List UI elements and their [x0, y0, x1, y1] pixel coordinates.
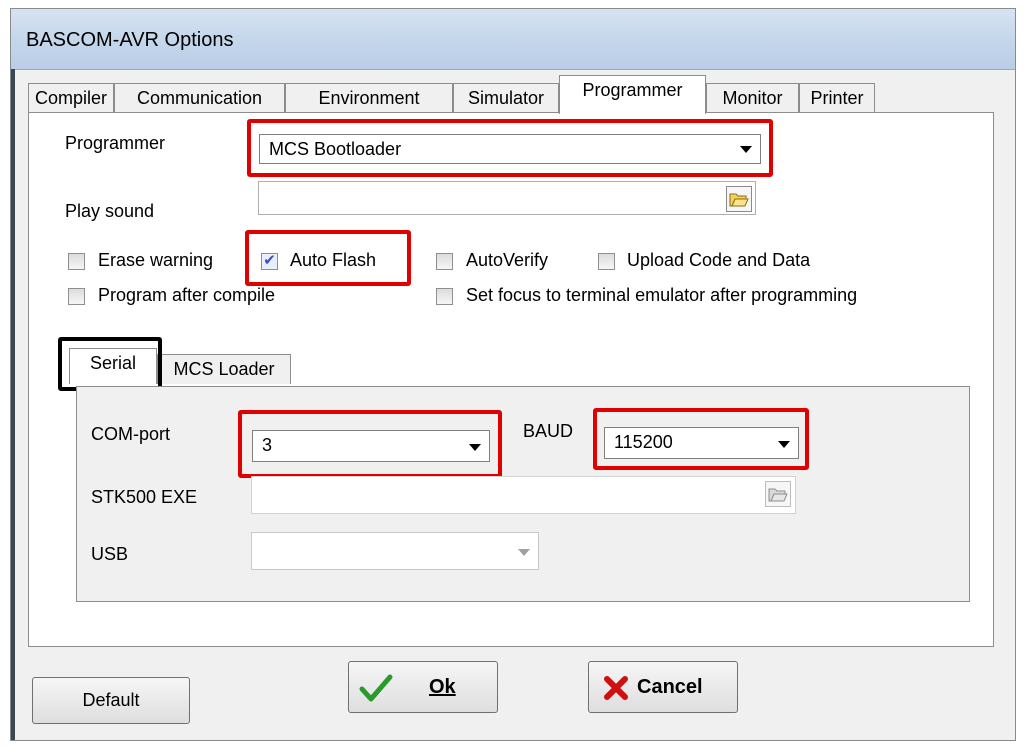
tab-environment-label: Environment: [318, 88, 420, 108]
auto-verify-label: AutoVerify: [466, 250, 549, 270]
tab-simulator[interactable]: Simulator: [453, 83, 559, 113]
auto-flash-checkbox[interactable]: ✔: [261, 253, 278, 270]
set-focus-checkbox[interactable]: [436, 288, 453, 305]
tab-compiler-label: Compiler: [34, 88, 108, 108]
folder-open-icon: [768, 488, 788, 502]
auto-verify-checkbox[interactable]: [436, 253, 453, 270]
auto-flash-label: Auto Flash: [290, 250, 377, 270]
tab-environment[interactable]: Environment: [285, 83, 453, 113]
upload-code-checkbox[interactable]: [598, 253, 615, 270]
upload-code-label: Upload Code and Data: [627, 250, 811, 270]
chevron-down-icon: [778, 441, 790, 448]
ok-button[interactable]: Ok: [348, 661, 498, 713]
tab-simulator-label: Simulator: [467, 88, 545, 108]
title-bar[interactable]: BASCOM-AVR Options: [11, 9, 1015, 70]
folder-open-icon: [729, 193, 749, 207]
subtab-mcs-loader[interactable]: MCS Loader: [157, 354, 291, 384]
close-icon: [604, 676, 628, 700]
play-sound-browse-button[interactable]: [726, 186, 752, 212]
default-button[interactable]: Default: [32, 677, 190, 724]
stk500-browse-button[interactable]: [765, 481, 791, 507]
stk500-label: STK500 EXE: [91, 487, 198, 507]
play-sound-label: Play sound: [65, 201, 155, 221]
cancel-button-label: Cancel: [637, 676, 703, 698]
tab-communication-label: Communication: [136, 88, 263, 108]
usb-label: USB: [91, 544, 129, 564]
stk500-input[interactable]: [251, 476, 796, 514]
chevron-down-icon: [518, 549, 530, 556]
subtab-serial[interactable]: Serial: [69, 348, 157, 384]
programmer-select[interactable]: MCS Bootloader: [259, 134, 761, 164]
erase-warning-checkbox[interactable]: [68, 253, 85, 270]
programmer-label: Programmer: [65, 133, 166, 153]
com-port-select[interactable]: 3: [252, 430, 490, 462]
chevron-down-icon: [469, 444, 481, 451]
tab-monitor-label: Monitor: [722, 88, 783, 108]
com-port-label: COM-port: [91, 424, 171, 444]
tab-monitor[interactable]: Monitor: [706, 83, 799, 113]
tab-programmer[interactable]: Programmer: [559, 75, 706, 114]
program-after-compile-label: Program after compile: [98, 285, 276, 305]
programmer-select-value: MCS Bootloader: [269, 139, 402, 159]
tab-printer[interactable]: Printer: [799, 83, 875, 113]
cancel-button[interactable]: Cancel: [588, 661, 738, 713]
checkmark-icon: [359, 674, 393, 702]
tab-communication[interactable]: Communication: [114, 83, 285, 113]
ok-button-label: Ok: [429, 676, 456, 698]
checkmark-icon: ✔: [263, 252, 276, 269]
window-frame-edge: [11, 69, 15, 740]
play-sound-input[interactable]: [258, 181, 756, 215]
window-title: BASCOM-AVR Options: [26, 29, 234, 51]
tab-compiler[interactable]: Compiler: [28, 83, 114, 113]
subtab-mcs-loader-label: MCS Loader: [173, 359, 275, 379]
tab-programmer-label: Programmer: [582, 80, 683, 100]
program-after-compile-checkbox[interactable]: [68, 288, 85, 305]
main-tabstrip: Compiler Communication Environment Simul…: [11, 69, 1015, 114]
options-dialog: BASCOM-AVR Options Compiler Communicatio…: [10, 8, 1016, 741]
subtab-serial-label: Serial: [89, 353, 137, 373]
chevron-down-icon: [740, 146, 752, 153]
usb-select[interactable]: [251, 532, 539, 570]
erase-warning-label: Erase warning: [98, 250, 214, 270]
set-focus-label: Set focus to terminal emulator after pro…: [466, 285, 858, 305]
baud-value: 115200: [614, 432, 673, 452]
com-port-value: 3: [262, 435, 273, 455]
baud-label: BAUD: [523, 421, 574, 441]
tab-printer-label: Printer: [810, 88, 864, 108]
baud-select[interactable]: 115200: [604, 427, 799, 459]
default-button-label: Default: [82, 690, 140, 710]
